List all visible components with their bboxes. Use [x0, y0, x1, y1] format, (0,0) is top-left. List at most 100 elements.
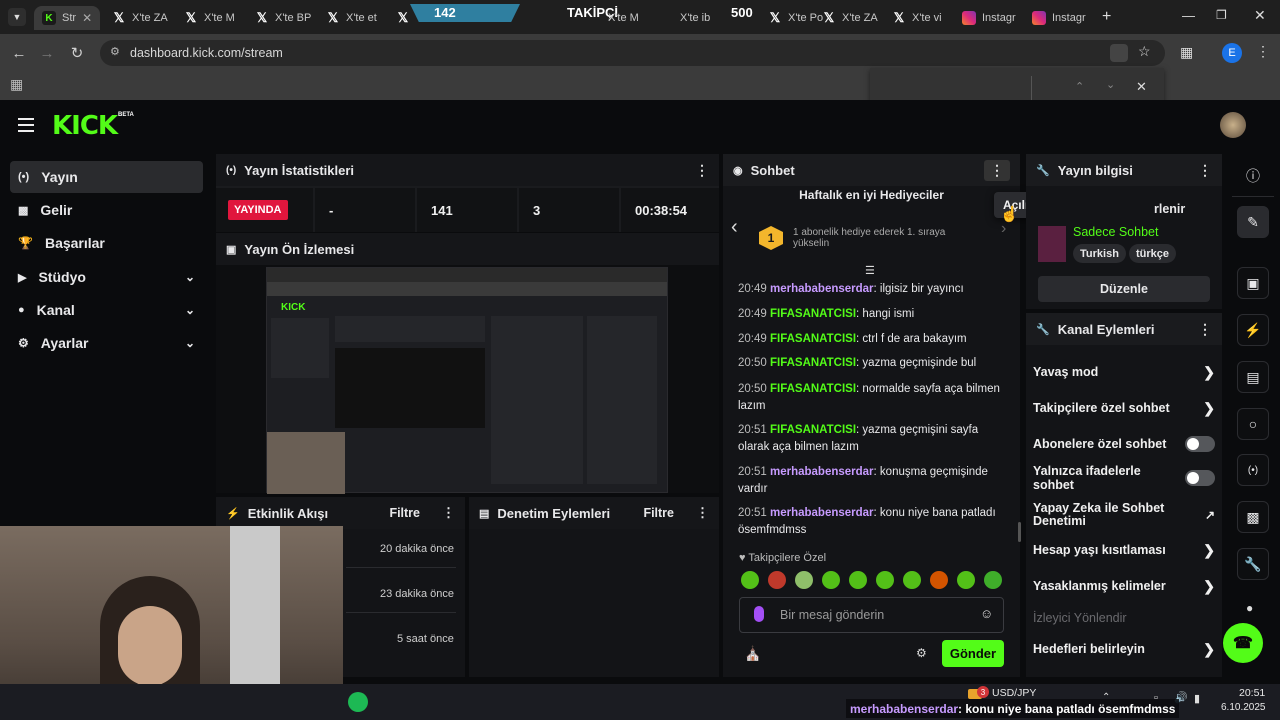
chat-username[interactable]: FIFASANATCISI — [770, 333, 856, 345]
edit-icon[interactable]: ✎ — [1237, 206, 1269, 238]
support-headset-icon[interactable]: ☎ — [1223, 623, 1263, 663]
account-age-row[interactable]: Hesap yaşı kısıtlaması ❯ — [1033, 538, 1215, 562]
lightning-icon[interactable]: ⚡ — [1237, 314, 1269, 346]
set-goals-row[interactable]: Hedefleri belirleyin ❯ — [1033, 637, 1215, 661]
edit-button[interactable]: Düzenle — [1038, 276, 1210, 302]
find-prev-icon[interactable]: ⌃ — [1075, 80, 1084, 93]
emoji-icon[interactable]: ☺ — [980, 606, 993, 621]
chat-scrollbar[interactable] — [1018, 522, 1021, 542]
emote-icon[interactable] — [849, 571, 867, 589]
more-options-icon[interactable]: ⋮ — [696, 505, 709, 521]
tab-x-1[interactable]: 𝕏 X'te ZA — [112, 6, 172, 30]
minimize-icon[interactable]: — — [1182, 8, 1195, 23]
share-icon[interactable]: ● — [1246, 601, 1253, 615]
chat-username[interactable]: merhababenserdar — [770, 507, 874, 519]
followers-only-row[interactable]: Takipçilere özel sohbet ❯ — [1033, 396, 1215, 420]
tab-x-7[interactable]: 𝕏 X'te Po — [768, 6, 824, 30]
tab-x-5b[interactable]: X'te M — [608, 6, 664, 30]
clip-icon[interactable]: ▣ — [1237, 267, 1269, 299]
filter-button[interactable]: Filtre — [643, 506, 674, 520]
slow-mode-row[interactable]: Yavaş mod ❯ — [1033, 360, 1215, 384]
tab-search-icon[interactable]: ▼ — [8, 8, 26, 26]
emote-icon[interactable] — [741, 571, 759, 589]
currency-ticker[interactable]: USD/JPY — [992, 687, 1036, 699]
apps-grid-icon[interactable]: ▦ — [10, 76, 23, 93]
extensions-icon[interactable]: ▦ — [1180, 44, 1193, 61]
chat-username[interactable]: merhababenserdar — [770, 283, 874, 295]
tag-chip[interactable]: türkçe — [1129, 244, 1177, 263]
chat-username[interactable]: FIFASANATCISI — [770, 424, 856, 436]
chat-username[interactable]: FIFASANATCISI — [770, 383, 856, 395]
tab-instagram-2[interactable]: Instagr — [1032, 6, 1094, 30]
site-info-icon[interactable]: ⚙ — [110, 45, 120, 58]
tab-stream[interactable]: K Str ✕ — [34, 6, 100, 30]
close-tab-icon[interactable]: ✕ — [82, 11, 92, 25]
notes-icon[interactable]: ▤ — [1237, 361, 1269, 393]
more-options-icon[interactable]: ⋮ — [1198, 162, 1212, 179]
emote-icon[interactable] — [822, 571, 840, 589]
sidebar-item-studio[interactable]: ▶ Stüdyo ⌄ — [10, 261, 203, 293]
sidebar-item-channel[interactable]: ● Kanal ⌄ — [10, 294, 203, 326]
chat-icon[interactable]: ○ — [1237, 408, 1269, 440]
sidebar-item-stream[interactable]: (•) Yayın — [10, 161, 203, 193]
studio-icon[interactable]: ▩ — [1237, 501, 1269, 533]
tab-x-6[interactable]: X'te ib — [680, 6, 730, 30]
forward-icon[interactable]: → — [36, 42, 58, 64]
clock-time[interactable]: 20:51 — [1239, 687, 1265, 699]
send-button[interactable]: Gönder — [942, 640, 1004, 667]
find-input[interactable] — [880, 76, 1030, 100]
emote-icon[interactable] — [876, 571, 894, 589]
menu-icon[interactable]: ⋮ — [1256, 43, 1270, 60]
address-bar[interactable]: ⚙ dashboard.kick.com/stream ☆ — [100, 40, 1165, 66]
clock-date[interactable]: 6.10.2025 — [1221, 702, 1266, 713]
chat-settings-icon[interactable]: ⚙ — [916, 646, 927, 660]
stream-preview-video[interactable]: KICK — [266, 267, 668, 494]
filter-button[interactable]: Filtre — [389, 506, 420, 520]
subscribers-only-toggle[interactable] — [1185, 436, 1215, 452]
page-icon[interactable] — [1110, 44, 1128, 62]
more-options-icon[interactable]: ⋮ — [1198, 321, 1212, 338]
category-thumbnail[interactable] — [1038, 226, 1066, 262]
sidebar-item-achievements[interactable]: 🏆 Başarılar — [10, 227, 203, 259]
back-icon[interactable]: ← — [8, 42, 30, 64]
info-icon[interactable]: ⓘ — [1237, 160, 1269, 192]
store-icon[interactable]: ⛪ — [744, 645, 761, 662]
more-options-icon[interactable]: ⋮ — [984, 159, 1010, 181]
emote-icon[interactable] — [957, 571, 975, 589]
emote-icon[interactable] — [903, 571, 921, 589]
emote-icon[interactable] — [930, 571, 948, 589]
tab-instagram-1[interactable]: Instagr — [962, 6, 1024, 30]
banned-words-row[interactable]: Yasaklanmış kelimeler ❯ — [1033, 574, 1215, 598]
bookmark-star-icon[interactable]: ☆ — [1138, 43, 1151, 60]
tab-x-4[interactable]: 𝕏 X'te et — [326, 6, 382, 30]
more-options-icon[interactable]: ⋮ — [695, 162, 709, 179]
sidebar-item-revenue[interactable]: ▩ Gelir — [10, 194, 203, 226]
restore-icon[interactable]: ❐ — [1216, 8, 1227, 22]
category-name[interactable]: Sadece Sohbet — [1073, 225, 1159, 239]
chat-username[interactable]: merhababenserdar — [770, 466, 874, 478]
kick-logo[interactable]: KICK — [52, 111, 118, 141]
emote-icon[interactable] — [768, 571, 786, 589]
tag-chip[interactable]: Turkish — [1073, 244, 1126, 263]
battery-icon[interactable]: ▮ — [1194, 692, 1200, 705]
chevron-left-icon[interactable]: ‹ — [731, 216, 738, 239]
broadcast-icon[interactable]: (•) — [1237, 454, 1269, 486]
tab-x-2[interactable]: 𝕏 X'te M — [184, 6, 240, 30]
tab-x-9[interactable]: 𝕏 X'te vi — [892, 6, 948, 30]
close-window-icon[interactable]: ✕ — [1254, 7, 1266, 24]
tab-x-5[interactable]: 𝕏 — [396, 6, 410, 30]
emote-icon[interactable] — [984, 571, 1002, 589]
microphone-icon[interactable] — [754, 606, 764, 622]
user-avatar[interactable] — [1220, 112, 1246, 138]
new-tab-icon[interactable]: + — [1102, 8, 1111, 26]
more-options-icon[interactable]: ⋮ — [442, 505, 455, 521]
chat-username[interactable]: FIFASANATCISI — [770, 308, 856, 320]
chat-input[interactable]: Bir mesaj gönderin ☺ — [739, 597, 1004, 633]
tab-x-8[interactable]: 𝕏 X'te ZA — [822, 6, 878, 30]
spotify-icon[interactable] — [348, 692, 368, 712]
tab-x-3[interactable]: 𝕏 X'te BP — [255, 6, 311, 30]
sidebar-item-settings[interactable]: ⚙ Ayarlar ⌄ — [10, 327, 203, 359]
reload-icon[interactable]: ↻ — [66, 42, 88, 64]
emotes-only-toggle[interactable] — [1185, 470, 1215, 486]
wrench-icon[interactable]: 🔧 — [1237, 548, 1269, 580]
